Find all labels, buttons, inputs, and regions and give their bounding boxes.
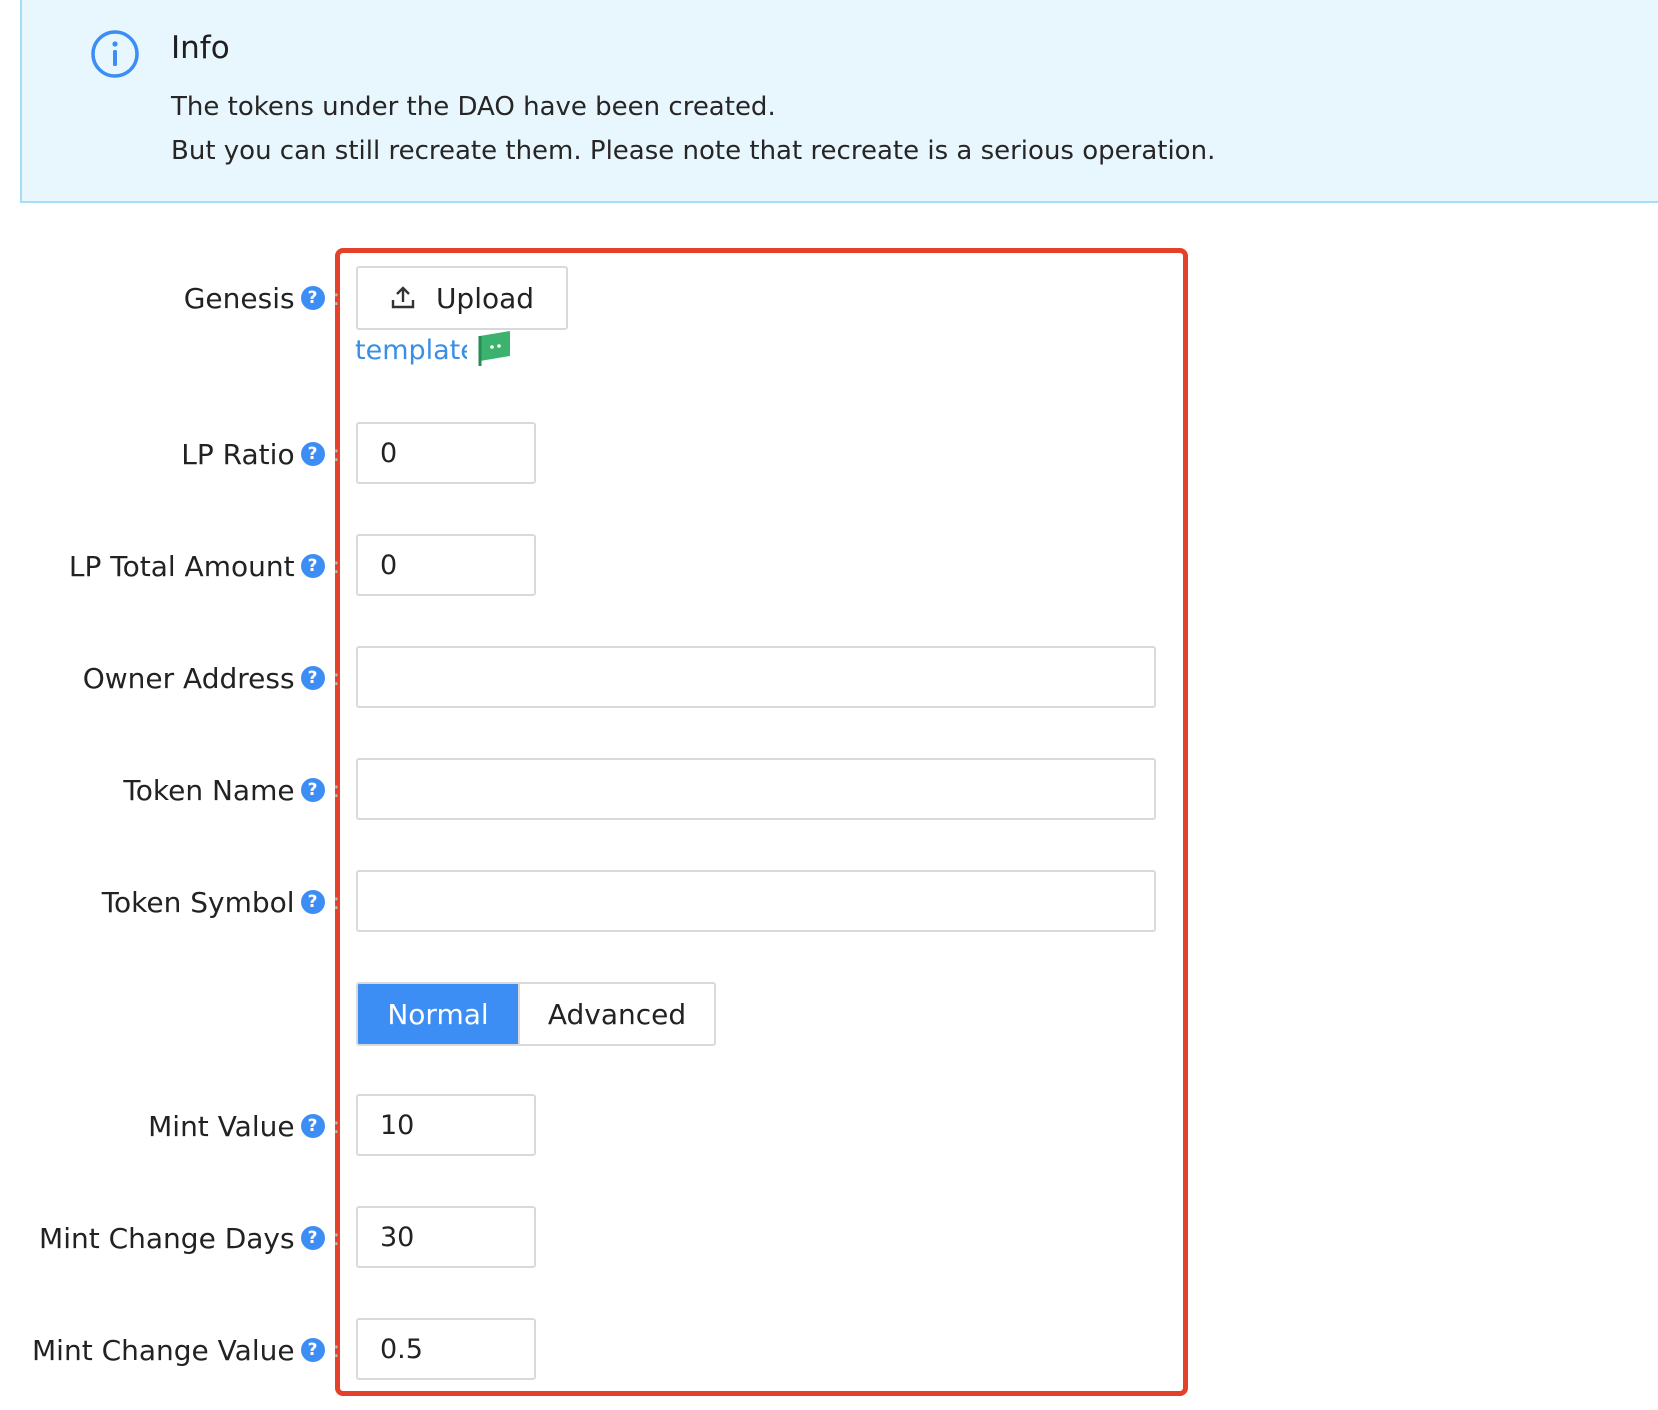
owner-address-label: Owner Address bbox=[82, 661, 295, 695]
mint-value-label: Mint Value bbox=[148, 1109, 295, 1143]
chat-flag-icon[interactable] bbox=[476, 328, 514, 368]
help-icon[interactable]: ? bbox=[300, 666, 325, 690]
genesis-label: Genesis bbox=[183, 281, 295, 315]
alert-message-line-1: The tokens under the DAO have been creat… bbox=[171, 92, 776, 122]
upload-icon bbox=[391, 286, 415, 309]
mint-change-days-label: Mint Change Days bbox=[39, 1221, 295, 1255]
token-symbol-label: Token Symbol bbox=[101, 885, 295, 919]
help-icon[interactable]: ? bbox=[300, 286, 325, 310]
upload-button[interactable]: Upload bbox=[356, 266, 568, 330]
upload-label: Upload bbox=[435, 281, 535, 315]
help-icon[interactable]: ? bbox=[300, 1114, 325, 1138]
info-circle-icon bbox=[91, 30, 139, 78]
alert-title: Info bbox=[171, 30, 230, 66]
lp-total-amount-input[interactable] bbox=[356, 534, 536, 596]
mode-toggle: Normal Advanced bbox=[356, 982, 716, 1046]
form-row-owner-address: Owner Address ? : bbox=[0, 646, 1658, 710]
form-row-genesis: Genesis ? : bbox=[183, 281, 340, 315]
help-icon[interactable]: ? bbox=[300, 1338, 325, 1362]
mint-value-input[interactable] bbox=[356, 1094, 536, 1156]
mode-advanced-button[interactable]: Advanced bbox=[518, 984, 714, 1044]
form-row-mint-change-days: Mint Change Days ? : bbox=[0, 1206, 1658, 1270]
info-alert: Info The tokens under the DAO have been … bbox=[20, 0, 1658, 203]
lp-ratio-label: LP Ratio bbox=[181, 437, 295, 471]
lp-total-amount-label: LP Total Amount bbox=[68, 549, 295, 583]
template-link[interactable]: template bbox=[355, 335, 467, 375]
mode-normal-button[interactable]: Normal bbox=[358, 984, 518, 1044]
form-row-token-symbol: Token Symbol ? : bbox=[0, 870, 1658, 934]
mint-change-value-label: Mint Change Value bbox=[32, 1333, 295, 1367]
help-icon[interactable]: ? bbox=[300, 554, 325, 578]
form-row-mint-change-value: Mint Change Value ? : bbox=[0, 1318, 1658, 1382]
help-icon[interactable]: ? bbox=[300, 890, 325, 914]
form-row-mint-value: Mint Value ? : bbox=[0, 1094, 1658, 1158]
help-icon[interactable]: ? bbox=[300, 442, 325, 466]
help-icon[interactable]: ? bbox=[300, 778, 325, 802]
form-row-lp-total-amount: LP Total Amount ? : bbox=[0, 534, 1658, 598]
token-name-input[interactable] bbox=[356, 758, 1156, 820]
token-symbol-input[interactable] bbox=[356, 870, 1156, 932]
form-row-token-name: Token Name ? : bbox=[0, 758, 1658, 822]
alert-message-line-2: But you can still recreate them. Please … bbox=[171, 136, 1216, 166]
form-row-lp-ratio: LP Ratio ? : bbox=[0, 422, 1658, 486]
help-icon[interactable]: ? bbox=[300, 1226, 325, 1250]
mint-change-value-input[interactable] bbox=[356, 1318, 536, 1380]
owner-address-input[interactable] bbox=[356, 646, 1156, 708]
lp-ratio-input[interactable] bbox=[356, 422, 536, 484]
mint-change-days-input[interactable] bbox=[356, 1206, 536, 1268]
token-name-label: Token Name bbox=[123, 773, 295, 807]
